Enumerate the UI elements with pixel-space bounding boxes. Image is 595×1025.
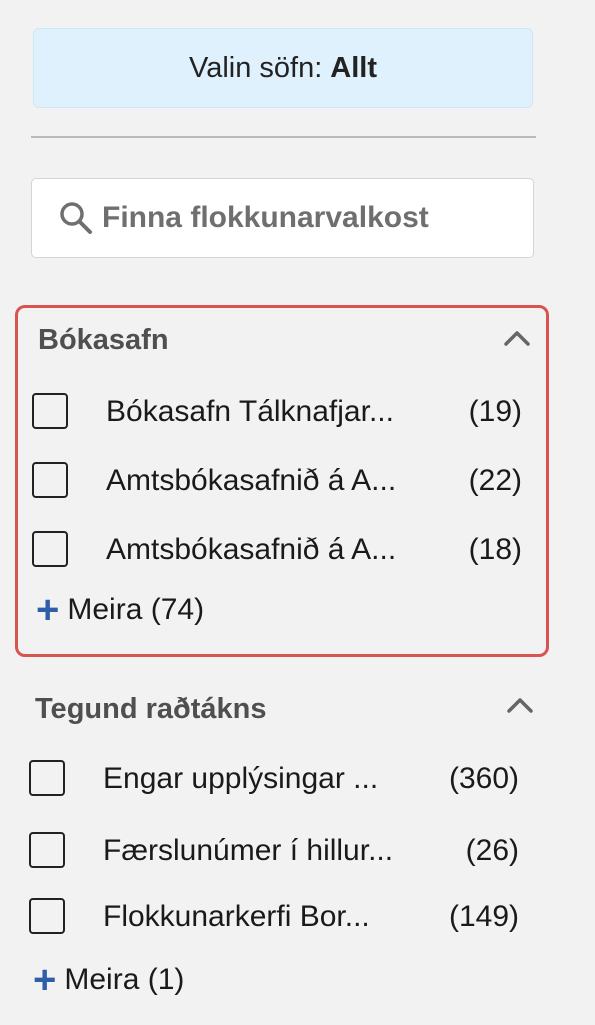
facet-option[interactable]: Amtsbókasafnið á A... (18) bbox=[18, 529, 552, 573]
plus-icon: + bbox=[33, 958, 57, 1002]
facet-option-count: (22) bbox=[468, 464, 522, 497]
more-button[interactable]: + Meira (1) bbox=[33, 960, 184, 1000]
checkbox[interactable] bbox=[29, 760, 65, 796]
plus-icon: + bbox=[36, 588, 60, 632]
facet-title: Tegund raðtákns bbox=[35, 693, 267, 725]
facet-option-label: Amtsbókasafnið á A... bbox=[106, 464, 397, 497]
chevron-up-icon[interactable] bbox=[502, 326, 532, 350]
facet-option-count: (149) bbox=[448, 900, 519, 933]
facet-search-input[interactable] bbox=[102, 201, 502, 235]
facet-option-label: Færslunúmer í hillur... bbox=[103, 834, 394, 867]
checkbox[interactable] bbox=[32, 531, 68, 567]
checkbox[interactable] bbox=[32, 393, 68, 429]
checkbox[interactable] bbox=[32, 462, 68, 498]
facet-option-label: Flokkunarkerfi Bor... bbox=[103, 900, 370, 933]
checkbox[interactable] bbox=[29, 898, 65, 934]
divider bbox=[31, 136, 536, 138]
facet-option-count: (26) bbox=[465, 834, 519, 867]
search-icon bbox=[56, 198, 96, 238]
facet-option-count: (360) bbox=[448, 762, 519, 795]
selected-collections-label: Valin söfn: bbox=[189, 51, 323, 84]
checkbox[interactable] bbox=[29, 832, 65, 868]
facet-option[interactable]: Amtsbókasafnið á A... (22) bbox=[18, 460, 552, 504]
facet-library: Bókasafn Bókasafn Tálknafjar... (19) Amt… bbox=[15, 305, 549, 657]
more-label: Meira (1) bbox=[64, 963, 185, 996]
facet-option[interactable]: Færslunúmer í hillur... (26) bbox=[15, 830, 549, 874]
selected-collections-box[interactable]: Valin söfn: Allt bbox=[33, 28, 533, 108]
facet-option[interactable]: Bókasafn Tálknafjar... (19) bbox=[18, 391, 552, 435]
facet-option[interactable]: Flokkunarkerfi Bor... (149) bbox=[15, 896, 549, 940]
facet-option-count: (19) bbox=[468, 395, 522, 428]
facet-title: Bókasafn bbox=[38, 324, 169, 356]
more-button[interactable]: + Meira (74) bbox=[36, 590, 204, 630]
facet-option-label: Engar upplýsingar ... bbox=[103, 762, 379, 795]
facet-option-label: Bókasafn Tálknafjar... bbox=[106, 395, 394, 428]
facet-option-count: (18) bbox=[468, 533, 522, 566]
facet-option[interactable]: Engar upplýsingar ... (360) bbox=[15, 758, 549, 802]
facet-sidebar: Valin söfn: Allt Bókasafn Bókasafn Tálkn… bbox=[0, 0, 595, 1025]
facet-option-label: Amtsbókasafnið á A... bbox=[106, 533, 397, 566]
selected-collections-value: Allt bbox=[330, 51, 377, 84]
more-label: Meira (74) bbox=[67, 593, 205, 626]
chevron-up-icon[interactable] bbox=[505, 693, 535, 717]
facet-search-box[interactable] bbox=[31, 178, 534, 258]
facet-call-number-type: Tegund raðtákns Engar upplýsingar ... (3… bbox=[15, 675, 549, 1015]
